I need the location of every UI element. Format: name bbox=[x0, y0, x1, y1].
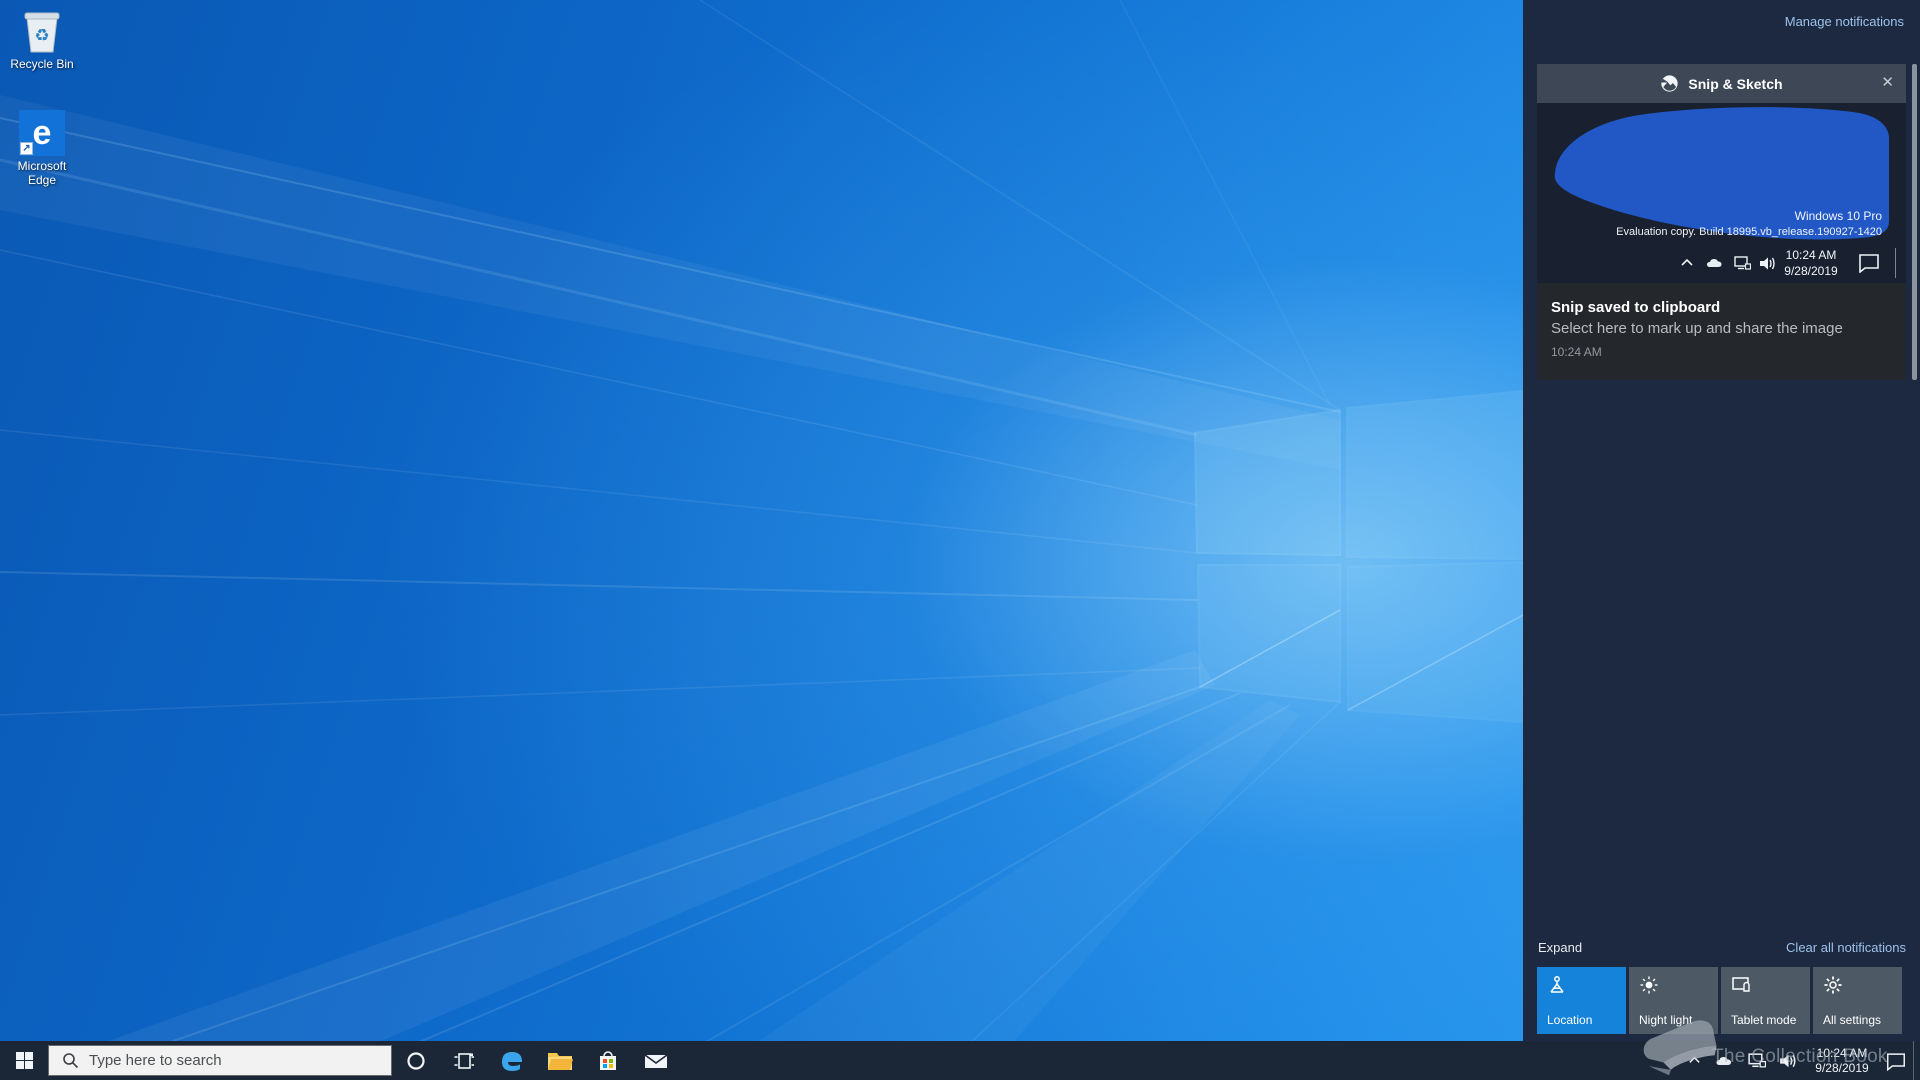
desktop-icon-microsoft-edge[interactable]: e ↗ Microsoft Edge bbox=[0, 110, 84, 187]
quick-action-night-light[interactable]: Night light bbox=[1629, 967, 1718, 1034]
action-center-panel: Manage notifications Snip & Sketch ✕ Win… bbox=[1523, 0, 1920, 1041]
quick-action-location[interactable]: Location bbox=[1537, 967, 1626, 1034]
clear-all-notifications-button[interactable]: Clear all notifications bbox=[1786, 940, 1906, 955]
onedrive-cloud-icon bbox=[1716, 1056, 1731, 1065]
tile-label: All settings bbox=[1823, 1013, 1882, 1027]
notification-subtitle: Select here to mark up and share the ima… bbox=[1551, 320, 1843, 337]
system-tray: 10:24 AM 9/28/2019 bbox=[1681, 1041, 1920, 1080]
taskbar-mail-button[interactable] bbox=[632, 1041, 680, 1080]
taskbar-search bbox=[48, 1045, 392, 1076]
volume-icon bbox=[1780, 1054, 1796, 1067]
thumb-watermark-edition: Windows 10 Pro bbox=[1794, 209, 1882, 223]
file-explorer-icon bbox=[548, 1052, 573, 1070]
quick-action-all-settings[interactable]: All settings bbox=[1813, 967, 1902, 1034]
thumb-system-tray: 10:24 AM 9/28/2019 bbox=[1537, 246, 1906, 280]
notification-title: Snip saved to clipboard bbox=[1551, 299, 1721, 316]
tray-onedrive-button[interactable] bbox=[1708, 1041, 1741, 1080]
night-light-icon bbox=[1640, 976, 1658, 994]
tile-label: Night light bbox=[1639, 1013, 1693, 1027]
edge-tile-icon: e ↗ bbox=[19, 110, 65, 156]
tray-clock[interactable]: 10:24 AM 9/28/2019 bbox=[1805, 1046, 1879, 1076]
notification-timestamp: 10:24 AM bbox=[1551, 345, 1602, 359]
shortcut-arrow-icon: ↗ bbox=[20, 142, 33, 155]
thumb-onedrive-cloud-icon bbox=[1707, 259, 1722, 267]
show-desktop-button[interactable] bbox=[1913, 1041, 1920, 1080]
thumb-action-center-icon bbox=[1859, 254, 1879, 273]
quick-actions: Location Night light Tablet mode All set… bbox=[1537, 967, 1902, 1034]
windows-logo-icon bbox=[15, 1052, 33, 1069]
notification-thumbnail[interactable]: Windows 10 Pro Evaluation copy. Build 18… bbox=[1537, 103, 1906, 283]
cortana-icon bbox=[407, 1051, 425, 1070]
thumb-network-icon bbox=[1734, 256, 1751, 270]
thumb-chevron-up-icon bbox=[1681, 258, 1693, 266]
chevron-up-icon bbox=[1689, 1056, 1700, 1063]
desktop-icon-recycle-bin[interactable]: ♻ Recycle Bin bbox=[0, 8, 84, 71]
thumb-watermark-build: Evaluation copy. Build 18995.vb_release.… bbox=[1616, 226, 1882, 238]
action-center-icon bbox=[1887, 1052, 1905, 1071]
microsoft-store-icon bbox=[600, 1050, 616, 1070]
tablet-mode-icon bbox=[1732, 977, 1750, 992]
taskbar-edge-button[interactable] bbox=[488, 1041, 536, 1080]
taskbar-file-explorer-button[interactable] bbox=[536, 1041, 584, 1080]
network-icon bbox=[1748, 1053, 1766, 1068]
task-view-button[interactable] bbox=[440, 1041, 488, 1080]
tray-volume-button[interactable] bbox=[1772, 1041, 1805, 1080]
desktop-icon-label: Microsoft Edge bbox=[17, 159, 67, 187]
tray-date: 9/28/2019 bbox=[1815, 1060, 1869, 1075]
cortana-button[interactable] bbox=[392, 1041, 440, 1080]
start-button[interactable] bbox=[0, 1041, 48, 1080]
expand-button[interactable]: Expand bbox=[1538, 940, 1582, 955]
notification-header: Snip & Sketch ✕ bbox=[1537, 64, 1906, 103]
taskbar: 10:24 AM 9/28/2019 bbox=[0, 1041, 1920, 1080]
notification-body[interactable]: Snip saved to clipboard Select here to m… bbox=[1537, 283, 1906, 380]
close-icon[interactable]: ✕ bbox=[1881, 73, 1894, 91]
thumb-tray-clock: 10:24 AM 9/28/2019 bbox=[1784, 248, 1838, 278]
manage-notifications-link[interactable]: Manage notifications bbox=[1785, 14, 1904, 29]
taskbar-store-button[interactable] bbox=[584, 1041, 632, 1080]
search-input[interactable] bbox=[89, 1052, 369, 1069]
tile-label: Tablet mode bbox=[1731, 1013, 1797, 1027]
tray-network-button[interactable] bbox=[1741, 1041, 1772, 1080]
edge-icon bbox=[502, 1051, 522, 1071]
notification-app-name: Snip & Sketch bbox=[1688, 75, 1783, 92]
search-icon bbox=[63, 1053, 79, 1069]
task-view-icon bbox=[454, 1052, 474, 1069]
windows-desktop: ♻ Recycle Bin e ↗ Microsoft Edge Manage … bbox=[0, 0, 1920, 1080]
tray-time: 10:24 AM bbox=[1816, 1045, 1868, 1060]
action-center-button[interactable] bbox=[1879, 1041, 1913, 1080]
mail-icon bbox=[644, 1053, 668, 1068]
recycle-bin-icon: ♻ bbox=[24, 12, 60, 53]
scrollbar-thumb[interactable] bbox=[1912, 64, 1917, 380]
quick-action-tablet-mode[interactable]: Tablet mode bbox=[1721, 967, 1810, 1034]
location-icon bbox=[1550, 976, 1564, 993]
notification-card: Snip & Sketch ✕ Windows 10 Pro Evaluatio… bbox=[1537, 64, 1906, 380]
thumb-screen-edge-divider bbox=[1895, 248, 1896, 278]
tile-label: Location bbox=[1547, 1013, 1593, 1027]
snip-and-sketch-icon bbox=[1661, 75, 1679, 92]
tray-chevron-up-button[interactable] bbox=[1681, 1041, 1708, 1080]
svg-text:♻: ♻ bbox=[34, 26, 49, 45]
desktop-icon-label: Recycle Bin bbox=[10, 57, 74, 71]
gear-icon bbox=[1824, 976, 1842, 994]
windows-logo-panes bbox=[1193, 389, 1524, 724]
